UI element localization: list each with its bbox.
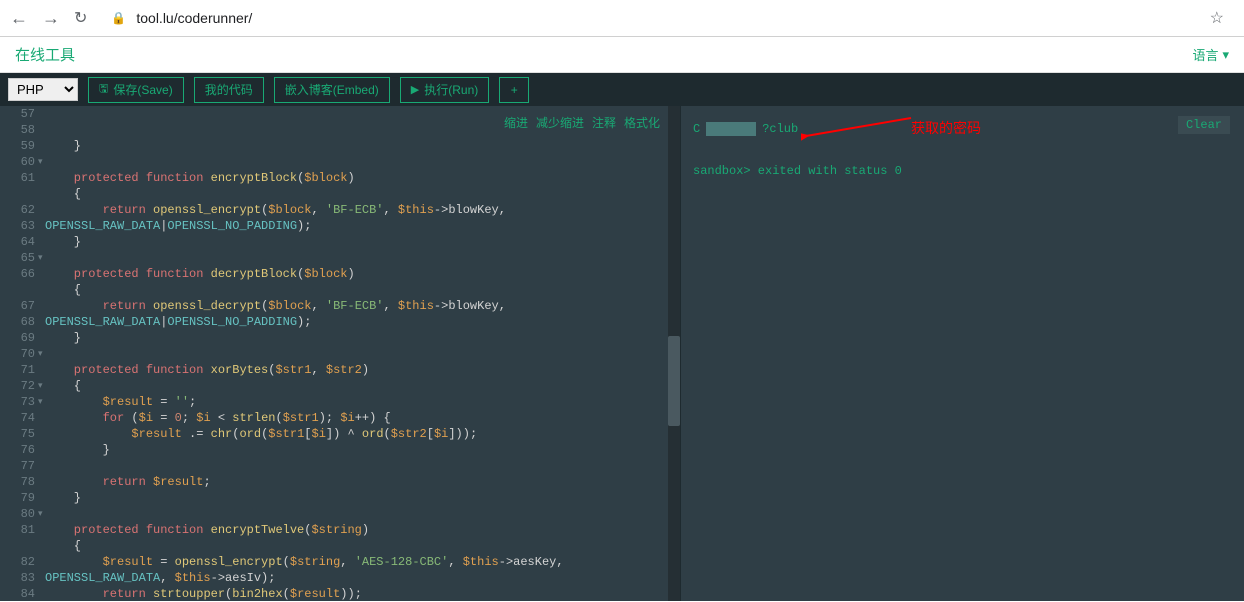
censored-block (706, 122, 756, 136)
line-gutter: 5758596061626364656667686970717273747576… (0, 106, 45, 601)
output-pane: Clear C ?club 获取的密码 sandbox> exited with… (680, 106, 1244, 601)
scrollbar-track[interactable] (668, 106, 680, 601)
code-editor[interactable]: 缩进 减少缩进 注释 格式化 } protected function encr… (45, 106, 680, 601)
status-line: sandbox> exited with status 0 (693, 164, 1232, 178)
code-hints: 缩进 减少缩进 注释 格式化 (504, 116, 660, 132)
url-text: tool.lu/coderunner/ (136, 10, 252, 26)
run-button[interactable]: ▶ 执行(Run) (400, 77, 489, 103)
forward-icon[interactable]: → (42, 8, 60, 29)
workspace: 5758596061626364656667686970717273747576… (0, 106, 1244, 601)
hint-comment[interactable]: 注释 (592, 116, 616, 132)
url-bar[interactable]: 🔒 tool.lu/coderunner/ ☆ (101, 4, 1234, 32)
lock-icon: 🔒 (111, 11, 126, 25)
clear-button[interactable]: Clear (1178, 116, 1230, 134)
hint-indent[interactable]: 缩进 (504, 116, 528, 132)
play-icon: ▶ (411, 83, 419, 96)
language-label: 语言 (1192, 45, 1218, 64)
scrollbar-thumb[interactable] (668, 336, 680, 426)
site-header: 在线工具 语言 ▾ (0, 37, 1244, 73)
embed-button[interactable]: 嵌入博客(Embed) (274, 77, 390, 103)
output-prefix: C (693, 122, 700, 136)
back-icon[interactable]: ← (10, 8, 28, 29)
save-button[interactable]: 🖫 保存(Save) (88, 77, 184, 103)
add-button[interactable]: + (499, 77, 529, 103)
bookmark-star-icon[interactable]: ☆ (1210, 8, 1224, 28)
chevron-down-icon: ▾ (1222, 47, 1229, 63)
embed-label: 嵌入博客(Embed) (285, 81, 379, 98)
save-label: 保存(Save) (113, 81, 172, 98)
output-suffix: ?club (762, 122, 798, 136)
annotation-arrow (801, 116, 921, 146)
my-code-button[interactable]: 我的代码 (194, 77, 264, 103)
toolbar: PHP 🖫保存(Save) 我的代码 嵌入博客(Embed) ▶执行(Run) … (0, 73, 1244, 106)
my-code-label: 我的代码 (205, 81, 253, 98)
browser-bar: ← → ↻ 🔒 tool.lu/coderunner/ ☆ (0, 0, 1244, 37)
language-toggle[interactable]: 语言 ▾ (1192, 45, 1229, 64)
plus-icon: + (511, 83, 518, 97)
editor-pane: 5758596061626364656667686970717273747576… (0, 106, 680, 601)
reload-icon[interactable]: ↻ (74, 8, 87, 28)
save-icon: 🖫 (99, 80, 108, 99)
annotation-text: 获取的密码 (911, 118, 981, 138)
site-title[interactable]: 在线工具 (15, 44, 75, 65)
run-label: 执行(Run) (424, 81, 478, 98)
hint-dedent[interactable]: 减少缩进 (536, 116, 584, 132)
language-select[interactable]: PHP (8, 78, 78, 101)
hint-format[interactable]: 格式化 (624, 116, 660, 132)
